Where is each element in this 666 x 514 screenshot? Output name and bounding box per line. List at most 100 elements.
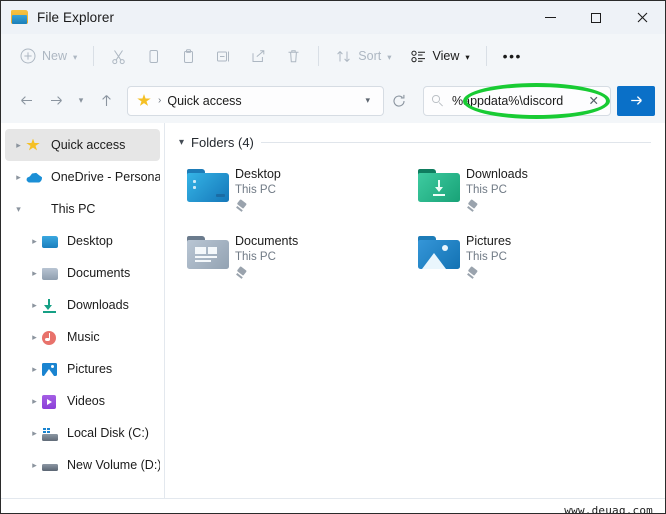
chevron-down-icon[interactable]: ▾ bbox=[358, 95, 377, 106]
sidebar-item-new-volume-d[interactable]: ▸ New Volume (D:) bbox=[5, 449, 160, 481]
chevron-right-icon[interactable]: ▸ bbox=[27, 236, 42, 247]
sidebar-item-documents[interactable]: ▸ Documents bbox=[5, 257, 160, 289]
back-button[interactable] bbox=[11, 86, 41, 116]
view-icon bbox=[410, 48, 427, 65]
cut-button[interactable] bbox=[101, 40, 136, 72]
chevron-right-icon[interactable]: ▸ bbox=[27, 396, 42, 407]
videos-icon bbox=[42, 394, 59, 409]
chevron-right-icon[interactable]: ▸ bbox=[27, 460, 42, 471]
refresh-button[interactable] bbox=[384, 86, 414, 116]
maximize-button[interactable] bbox=[573, 1, 619, 34]
chevron-down-icon[interactable]: ▾ bbox=[11, 204, 26, 215]
view-button[interactable]: View ▾ bbox=[401, 40, 479, 72]
chevron-right-icon[interactable]: ▸ bbox=[27, 428, 42, 439]
list-item-name: Downloads bbox=[466, 167, 528, 182]
downloads-icon bbox=[42, 299, 59, 313]
command-bar: New ▾ bbox=[1, 34, 665, 78]
sidebar-item-downloads[interactable]: ▸ Downloads bbox=[5, 289, 160, 321]
folders-group-header[interactable]: ▾ Folders (4) bbox=[179, 135, 665, 150]
chevron-down-icon: ▾ bbox=[465, 53, 469, 62]
list-item-meta: Pictures This PC bbox=[462, 232, 511, 281]
up-button[interactable] bbox=[91, 86, 121, 116]
sort-icon bbox=[335, 48, 352, 65]
rename-button[interactable] bbox=[206, 40, 241, 72]
sidebar-item-onedrive[interactable]: ▸ OneDrive - Personal bbox=[5, 161, 160, 193]
list-item[interactable]: Documents This PC bbox=[179, 227, 410, 292]
sidebar-item-label: Quick access bbox=[51, 138, 125, 152]
sort-button[interactable]: Sort ▾ bbox=[326, 40, 400, 72]
sidebar-item-label: New Volume (D:) bbox=[67, 458, 160, 472]
folder-grid: Desktop This PC bbox=[179, 160, 665, 294]
forward-button[interactable] bbox=[41, 86, 71, 116]
list-item-name: Desktop bbox=[235, 167, 281, 182]
list-item[interactable]: Desktop This PC bbox=[179, 160, 410, 225]
new-button[interactable]: New ▾ bbox=[11, 40, 86, 72]
chevron-right-icon[interactable]: ▸ bbox=[11, 140, 26, 151]
minimize-button[interactable] bbox=[527, 1, 573, 34]
list-item-name: Documents bbox=[235, 234, 298, 249]
list-item[interactable]: Pictures This PC bbox=[410, 227, 641, 292]
sidebar-item-music[interactable]: ▸ Music bbox=[5, 321, 160, 353]
share-button[interactable] bbox=[241, 40, 276, 72]
search-box[interactable]: %appdata%\discord ✕ bbox=[423, 86, 611, 116]
clear-icon[interactable]: ✕ bbox=[584, 93, 604, 108]
rename-icon bbox=[215, 48, 232, 65]
search-input[interactable]: %appdata%\discord bbox=[452, 94, 584, 108]
title-bar: File Explorer bbox=[1, 1, 665, 34]
list-item-sub: This PC bbox=[466, 250, 511, 265]
star-icon bbox=[137, 94, 151, 107]
copy-button[interactable] bbox=[136, 40, 171, 72]
search-icon bbox=[432, 95, 443, 106]
toolbar-divider-3 bbox=[486, 46, 487, 66]
paste-icon bbox=[180, 48, 197, 65]
breadcrumb: Quick access bbox=[167, 94, 358, 108]
toolbar-divider bbox=[93, 46, 94, 66]
sidebar-item-videos[interactable]: ▸ Videos bbox=[5, 385, 160, 417]
sidebar-item-label: OneDrive - Personal bbox=[51, 170, 160, 184]
search-go-button[interactable] bbox=[617, 86, 655, 116]
delete-icon bbox=[285, 48, 302, 65]
folder-icon bbox=[11, 10, 28, 25]
close-button[interactable] bbox=[619, 1, 665, 34]
desktop-folder-icon bbox=[42, 234, 59, 249]
chevron-right-icon[interactable]: ▸ bbox=[27, 300, 42, 311]
delete-button[interactable] bbox=[276, 40, 311, 72]
copy-icon bbox=[145, 48, 162, 65]
sidebar-item-label: Pictures bbox=[67, 362, 112, 376]
documents-folder-icon bbox=[42, 266, 59, 281]
star-icon bbox=[26, 138, 43, 153]
list-item-meta: Documents This PC bbox=[231, 232, 298, 281]
list-item[interactable]: Downloads This PC bbox=[410, 160, 641, 225]
forward-arrow-icon bbox=[49, 93, 64, 108]
cut-icon bbox=[110, 48, 127, 65]
address-bar[interactable]: › Quick access ▾ bbox=[127, 86, 384, 116]
toolbar-divider-2 bbox=[318, 46, 319, 66]
refresh-icon bbox=[392, 94, 406, 108]
sidebar-item-desktop[interactable]: ▸ Desktop bbox=[5, 225, 160, 257]
pin-icon bbox=[466, 201, 479, 214]
new-button-label: New bbox=[42, 49, 67, 63]
sidebar-item-label: This PC bbox=[51, 202, 95, 216]
navigation-pane: ▸ Quick access ▸ OneDrive - Personal ▾ T… bbox=[1, 123, 165, 498]
more-options-button[interactable]: ••• bbox=[494, 40, 531, 72]
list-item-name: Pictures bbox=[466, 234, 511, 249]
sidebar-item-local-disk-c[interactable]: ▸ Local Disk (C:) bbox=[5, 417, 160, 449]
disk-icon bbox=[42, 428, 59, 441]
watermark: www.deuaq.com bbox=[564, 504, 653, 514]
sidebar-item-quick-access[interactable]: ▸ Quick access bbox=[5, 129, 160, 161]
sidebar-item-label: Downloads bbox=[67, 298, 129, 312]
pictures-folder-icon bbox=[416, 232, 462, 269]
chevron-right-icon[interactable]: ▸ bbox=[11, 172, 26, 183]
chevron-right-icon[interactable]: ▸ bbox=[27, 364, 42, 375]
paste-button[interactable] bbox=[171, 40, 206, 72]
monitor-icon bbox=[26, 204, 43, 216]
recent-locations-button[interactable]: ▾ bbox=[71, 86, 91, 116]
chevron-down-icon[interactable]: ▾ bbox=[179, 137, 184, 148]
chevron-right-icon[interactable]: ▸ bbox=[27, 332, 42, 343]
title-bar-left: File Explorer bbox=[1, 10, 114, 25]
file-list-pane: ▾ Folders (4) bbox=[165, 123, 665, 498]
plus-icon bbox=[20, 48, 36, 64]
chevron-right-icon[interactable]: ▸ bbox=[27, 268, 42, 279]
sidebar-item-this-pc[interactable]: ▾ This PC bbox=[5, 193, 160, 225]
sidebar-item-pictures[interactable]: ▸ Pictures bbox=[5, 353, 160, 385]
